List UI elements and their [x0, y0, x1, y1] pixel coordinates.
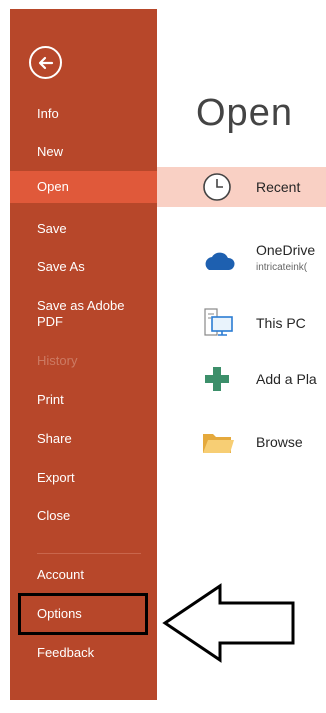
sidebar-item-info[interactable]: Info	[10, 106, 157, 122]
page-title: Open	[196, 92, 293, 134]
sidebar-item-history: History	[37, 353, 78, 368]
back-arrow-icon	[38, 56, 53, 69]
location-onedrive[interactable]: OneDrive intricateink(	[157, 238, 326, 278]
location-label: Recent	[256, 179, 301, 195]
sidebar-item-account[interactable]: Account	[10, 567, 157, 583]
sidebar-item-new[interactable]: New	[10, 144, 157, 160]
location-label: This PC	[256, 315, 306, 331]
back-button[interactable]	[29, 46, 62, 79]
sidebar-item-save[interactable]: Save	[10, 221, 157, 237]
location-recent[interactable]: Recent	[157, 167, 326, 207]
pointer-arrow-icon	[162, 583, 295, 663]
location-browse[interactable]: Browse	[157, 422, 326, 462]
options-highlight-box	[18, 593, 148, 635]
sidebar-item-export[interactable]: Export	[10, 470, 157, 486]
sidebar-item-open[interactable]: Open	[10, 171, 157, 203]
location-this-pc[interactable]: This PC	[157, 303, 326, 343]
sidebar-item-close[interactable]: Close	[10, 508, 157, 524]
clock-icon	[203, 173, 231, 201]
sidebar-divider	[37, 553, 141, 554]
location-account: intricateink(	[256, 262, 308, 273]
location-label: OneDrive	[256, 242, 316, 258]
sidebar-item-print[interactable]: Print	[10, 392, 157, 408]
sidebar-item-save-as-adobe-pdf[interactable]: Save as Adobe PDF	[10, 298, 140, 330]
cloud-icon	[205, 252, 235, 270]
sidebar-item-save-as[interactable]: Save As	[10, 259, 157, 275]
location-label: Browse	[256, 434, 303, 450]
sidebar-item-share[interactable]: Share	[10, 431, 157, 447]
folder-icon	[203, 434, 234, 453]
computer-icon	[204, 308, 233, 336]
plus-icon	[205, 367, 229, 391]
location-label: Add a Pla	[256, 371, 317, 387]
sidebar-item-feedback[interactable]: Feedback	[10, 645, 157, 661]
location-add-place[interactable]: Add a Pla	[157, 359, 326, 399]
